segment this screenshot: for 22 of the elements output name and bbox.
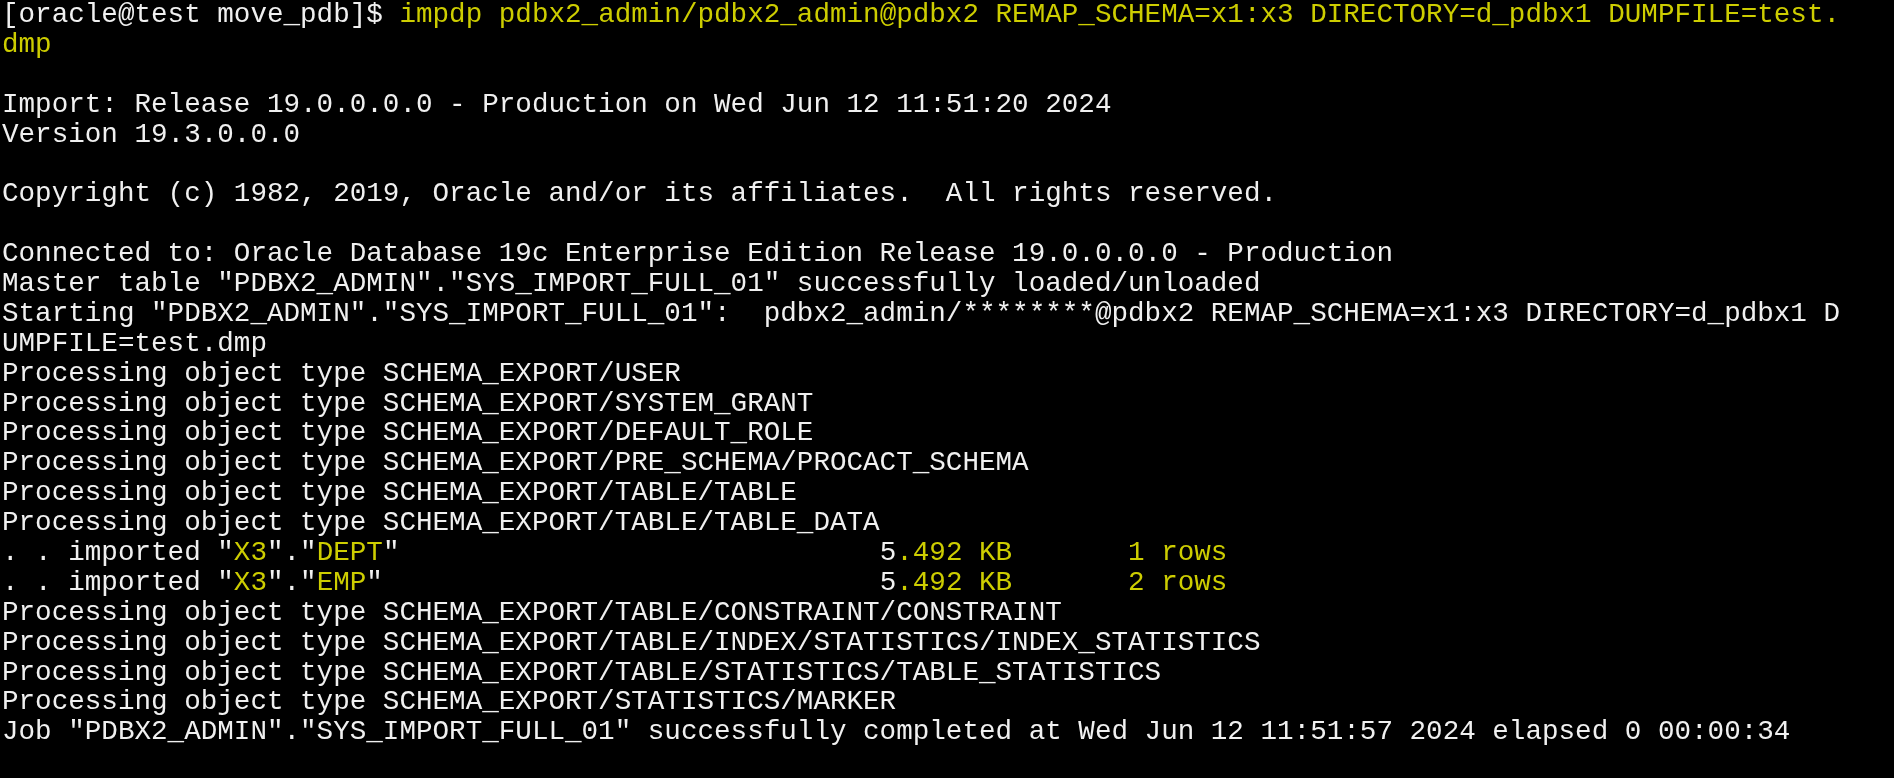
terminal-line: Processing object type SCHEMA_EXPORT/PRE_SCHEMA/PROCACT_SCHEMA <box>2 448 1029 479</box>
terminal-line: UMPFILE=test.dmp <box>2 328 267 359</box>
terminal-line: . . imported "X3"."EMP" 5.492 KB 2 rows <box>2 567 1228 598</box>
terminal-line: Processing object type SCHEMA_EXPORT/TABLE/INDEX/STATISTICS/INDEX_STATISTICS <box>2 627 1261 658</box>
terminal-line: Starting "PDBX2_ADMIN"."SYS_IMPORT_FULL_01": pdbx2_admin/********@pdbx2 REMAP_SCHEMA=x1:x3 DIRECTORY=d_pdbx1 D <box>2 298 1841 329</box>
terminal-line: Copyright (c) 1982, 2019, Oracle and/or its affiliates. All rights reserved. <box>2 179 1278 210</box>
terminal-line: Processing object type SCHEMA_EXPORT/STATISTICS/MARKER <box>2 687 897 718</box>
terminal-line: Connected to: Oracle Database 19c Enterprise Edition Release 19.0.0.0.0 - Production <box>2 239 1393 269</box>
terminal-line: dmp <box>2 29 52 60</box>
terminal-line: Processing object type SCHEMA_EXPORT/TABLE/TABLE <box>2 478 797 509</box>
terminal-line: Processing object type SCHEMA_EXPORT/TABLE/CONSTRAINT/CONSTRAINT <box>2 597 1062 628</box>
terminal-line: Processing object type SCHEMA_EXPORT/SYSTEM_GRANT <box>2 388 814 419</box>
terminal-line: Processing object type SCHEMA_EXPORT/TABLE/STATISTICS/TABLE_STATISTICS <box>2 657 1162 688</box>
terminal-line: Version 19.3.0.0.0 <box>2 119 301 150</box>
terminal-line: Processing object type SCHEMA_EXPORT/TABLE/TABLE_DATA <box>2 508 880 539</box>
terminal-line: [oracle@test move_pdb]$ impdp pdbx2_admin/pdbx2_admin@pdbx2 REMAP_SCHEMA=x1:x3 DIRECTORY=d_pdbx1 DUMPFILE=test. <box>2 0 1841 30</box>
terminal-line: Processing object type SCHEMA_EXPORT/DEFAULT_ROLE <box>2 418 814 449</box>
terminal-line: Master table "PDBX2_ADMIN"."SYS_IMPORT_FULL_01" successfully loaded/unloaded <box>2 269 1261 299</box>
terminal-line: Job "PDBX2_ADMIN"."SYS_IMPORT_FULL_01" successfully completed at Wed Jun 12 11:51:57 2024 elapsed 0 00:00:34 <box>2 717 1791 748</box>
terminal-line: Processing object type SCHEMA_EXPORT/USER <box>2 358 681 389</box>
terminal-line: Import: Release 19.0.0.0.0 - Production on Wed Jun 12 11:51:20 2024 <box>2 89 1112 120</box>
terminal-line: . . imported "X3"."DEPT" 5.492 KB 1 rows <box>2 538 1228 568</box>
